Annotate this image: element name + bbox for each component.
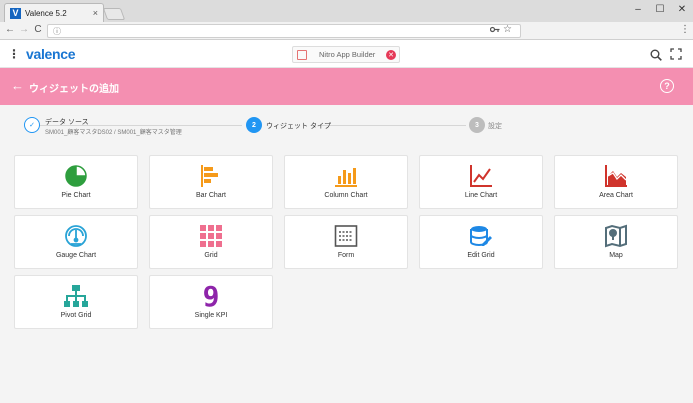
stepper-connector <box>320 125 466 126</box>
page-title: ウィジェットの追加 <box>29 84 119 95</box>
widget-label: Single KPI <box>194 312 228 319</box>
widget-card-column-chart[interactable]: Column Chart <box>284 155 408 209</box>
valence-logo[interactable]: valence <box>26 46 76 62</box>
back-arrow-icon[interactable]: ← <box>11 78 24 93</box>
app-menu-icon[interactable]: ⋮ <box>8 47 20 61</box>
step-3-label[interactable]: 設定 <box>488 121 502 131</box>
maximize-button[interactable]: ☐ <box>650 2 670 16</box>
widget-label: Pie Chart <box>61 192 91 199</box>
new-tab-button[interactable] <box>102 8 126 20</box>
area-chart-icon <box>603 163 629 189</box>
widget-label: Line Chart <box>464 192 498 199</box>
reload-button[interactable]: C <box>32 24 44 35</box>
widget-label: Gauge Chart <box>55 252 97 259</box>
widget-label: Map <box>609 252 623 259</box>
back-button[interactable]: ← <box>4 24 16 35</box>
gauge-icon <box>63 223 89 249</box>
browser-titlebar: V Valence 5.2 × – ☐ ✕ <box>0 0 693 22</box>
widget-card-gauge-chart[interactable]: Gauge Chart <box>14 215 138 269</box>
nitro-app-builder-label: Nitro App Builder <box>319 50 376 59</box>
close-app-icon[interactable]: ✕ <box>386 49 396 60</box>
pie-chart-icon <box>63 163 89 189</box>
key-icon[interactable] <box>489 25 500 35</box>
browser-tab[interactable]: V Valence 5.2 × <box>4 3 104 22</box>
bar-chart-icon <box>198 163 224 189</box>
url-input[interactable]: ⓘ <box>47 24 521 38</box>
widget-label: Form <box>337 252 355 259</box>
step-1-check-icon[interactable]: ✓ <box>24 117 40 133</box>
step-3-number[interactable]: 3 <box>469 117 485 133</box>
line-chart-icon <box>468 163 494 189</box>
form-icon <box>333 223 359 249</box>
grid-icon <box>198 223 224 249</box>
bookmark-star-icon[interactable]: ☆ <box>503 24 512 35</box>
step-2-number[interactable]: 2 <box>246 117 262 133</box>
step-1-sub: SM001_顧客マスタDS02 / SM001_顧客マスタ管理 <box>45 130 182 136</box>
nitro-app-builder-tab[interactable]: Nitro App Builder ✕ <box>292 46 400 63</box>
info-icon[interactable]: ⓘ <box>53 26 61 37</box>
widget-card-area-chart[interactable]: Area Chart <box>554 155 678 209</box>
map-icon <box>603 223 629 249</box>
widget-label: Area Chart <box>599 192 633 199</box>
search-icon[interactable] <box>650 48 662 66</box>
widget-picker: ✓ データ ソース SM001_顧客マスタDS02 / SM001_顧客マスタ管… <box>0 105 693 403</box>
step-2-label[interactable]: ウィジェット タイプ <box>266 121 331 131</box>
widget-card-grid[interactable]: Grid <box>149 215 273 269</box>
edit-grid-icon <box>468 223 494 249</box>
widget-label: Column Chart <box>324 192 368 199</box>
app-header: ⋮ valence Nitro App Builder ✕ <box>0 41 693 68</box>
tab-title: Valence 5.2 <box>25 8 67 18</box>
widget-card-edit-grid[interactable]: Edit Grid <box>419 215 543 269</box>
widget-card-pie-chart[interactable]: Pie Chart <box>14 155 138 209</box>
widget-card-bar-chart[interactable]: Bar Chart <box>149 155 273 209</box>
widget-label: Bar Chart <box>196 192 226 199</box>
widget-card-map[interactable]: Map <box>554 215 678 269</box>
widget-label: Grid <box>204 252 218 259</box>
widget-card-pivot-grid[interactable]: Pivot Grid <box>14 275 138 329</box>
step-1-label[interactable]: データ ソース <box>45 117 89 127</box>
column-chart-icon <box>333 163 359 189</box>
kpi-digit: 9 <box>202 279 220 313</box>
browser-menu-icon[interactable]: ⋮ <box>680 24 690 35</box>
widget-card-form[interactable]: Form <box>284 215 408 269</box>
widget-card-line-chart[interactable]: Line Chart <box>419 155 543 209</box>
help-icon[interactable]: ? <box>660 79 674 93</box>
tab-close-icon[interactable]: × <box>93 8 98 18</box>
minimize-button[interactable]: – <box>628 2 648 16</box>
page-titlebar: ← ウィジェットの追加 ? <box>0 68 693 105</box>
address-bar: ← → C ⓘ ☆ ⋮ <box>0 22 693 40</box>
fullscreen-icon[interactable] <box>670 48 682 63</box>
widget-label: Edit Grid <box>467 252 495 259</box>
close-window-button[interactable]: ✕ <box>672 2 692 16</box>
valence-favicon-icon: V <box>10 7 21 19</box>
single-kpi-icon: 9 <box>198 280 224 313</box>
widget-label: Pivot Grid <box>60 312 92 319</box>
pivot-grid-icon <box>63 283 89 309</box>
app-builder-icon <box>297 49 307 60</box>
widget-card-single-kpi[interactable]: 9 Single KPI <box>149 275 273 329</box>
forward-button[interactable]: → <box>18 24 30 35</box>
